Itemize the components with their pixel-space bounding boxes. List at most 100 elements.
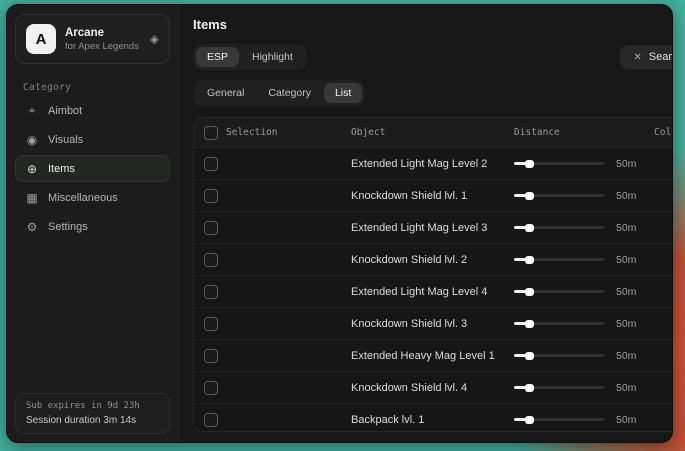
table-row: Backpack lvl. 1 50m xyxy=(194,404,673,432)
select-all-checkbox[interactable] xyxy=(204,126,218,140)
category-section-label: Category xyxy=(23,82,178,93)
search-button[interactable]: ✕ Search xyxy=(620,45,673,69)
main-panel: Items ESP Highlight ✕ Search General Cat… xyxy=(179,5,673,442)
sidebar-item-label: Settings xyxy=(48,221,88,233)
object-label: Knockdown Shield lvl. 3 xyxy=(351,318,467,330)
distance-slider[interactable] xyxy=(514,418,604,421)
distance-value: 50m xyxy=(616,382,636,394)
grid-icon: ▦ xyxy=(25,191,39,205)
distance-slider[interactable] xyxy=(514,354,604,357)
slider-thumb[interactable] xyxy=(525,416,534,424)
object-label: Knockdown Shield lvl. 2 xyxy=(351,254,467,266)
row-checkbox[interactable] xyxy=(204,317,218,331)
distance-value: 50m xyxy=(616,318,636,330)
distance-slider[interactable] xyxy=(514,226,604,229)
app-subtitle: for Apex Legends xyxy=(65,41,141,52)
row-checkbox[interactable] xyxy=(204,381,218,395)
row-checkbox[interactable] xyxy=(204,157,218,171)
distance-value: 50m xyxy=(616,158,636,170)
diamond-badge-icon[interactable]: ◈ xyxy=(150,32,159,46)
app-header-card: A Arcane for Apex Legends ◈ xyxy=(15,14,170,64)
object-label: Knockdown Shield lvl. 1 xyxy=(351,190,467,202)
slider-thumb[interactable] xyxy=(525,160,534,168)
app-name: Arcane xyxy=(65,27,141,39)
slider-thumb[interactable] xyxy=(525,320,534,328)
table-row: Knockdown Shield lvl. 4 50m xyxy=(194,372,673,404)
mode-tabs: ESP Highlight xyxy=(193,44,307,70)
distance-slider[interactable] xyxy=(514,386,604,389)
column-object: Object xyxy=(351,127,514,138)
distance-slider[interactable] xyxy=(514,322,604,325)
object-label: Extended Light Mag Level 4 xyxy=(351,286,487,298)
session-duration-text: Session duration 3m 14s xyxy=(26,415,159,426)
distance-slider[interactable] xyxy=(514,290,604,293)
slider-thumb[interactable] xyxy=(525,384,534,392)
table-row: Knockdown Shield lvl. 1 50m xyxy=(194,180,673,212)
view-tab[interactable]: General xyxy=(196,83,255,103)
clear-x-icon: ✕ xyxy=(633,52,641,63)
app-meta: Arcane for Apex Legends xyxy=(65,27,141,52)
sidebar-item-label: Aimbot xyxy=(48,105,82,117)
toolbar-row: ESP Highlight ✕ Search xyxy=(193,44,673,70)
row-checkbox[interactable] xyxy=(204,189,218,203)
object-label: Extended Light Mag Level 3 xyxy=(351,222,487,234)
app-window: A Arcane for Apex Legends ◈ Category ⌖ A… xyxy=(6,4,673,443)
table-row: Extended Heavy Mag Level 1 50m xyxy=(194,340,673,372)
slider-thumb[interactable] xyxy=(525,192,534,200)
table-row: Extended Light Mag Level 2 50m xyxy=(194,148,673,180)
slider-thumb[interactable] xyxy=(525,288,534,296)
sidebar-nav: ⌖ Aimbot ◉ Visuals ⊕ Items ▦ Miscellaneo… xyxy=(7,97,178,240)
search-button-label: Search xyxy=(649,51,673,63)
table-header: Selection Object Distance Color xyxy=(194,118,673,148)
mode-tab[interactable]: ESP xyxy=(196,47,239,67)
sidebar-item[interactable]: ⚙ Settings xyxy=(15,213,170,240)
column-color: Color xyxy=(654,127,673,138)
page-title: Items xyxy=(193,17,673,32)
gear-icon: ⚙ xyxy=(25,220,39,234)
table-row: Knockdown Shield lvl. 2 50m xyxy=(194,244,673,276)
table-row: Extended Light Mag Level 3 50m xyxy=(194,212,673,244)
distance-value: 50m xyxy=(616,222,636,234)
eye-icon: ◉ xyxy=(25,133,39,147)
row-checkbox[interactable] xyxy=(204,221,218,235)
distance-value: 50m xyxy=(616,286,636,298)
sidebar-item[interactable]: ⊕ Items xyxy=(15,155,170,182)
column-distance: Distance xyxy=(514,127,654,138)
distance-value: 50m xyxy=(616,254,636,266)
target-icon: ⊕ xyxy=(25,162,39,176)
table-row: Knockdown Shield lvl. 3 50m xyxy=(194,308,673,340)
view-tabs: General Category List xyxy=(193,80,365,106)
slider-thumb[interactable] xyxy=(525,352,534,360)
object-label: Extended Light Mag Level 2 xyxy=(351,158,487,170)
distance-slider[interactable] xyxy=(514,258,604,261)
distance-slider[interactable] xyxy=(514,194,604,197)
sidebar-item-label: Miscellaneous xyxy=(48,192,118,204)
table-row: Extended Light Mag Level 4 50m xyxy=(194,276,673,308)
view-tabs-row: General Category List xyxy=(193,80,673,106)
items-table: Selection Object Distance Color Extended… xyxy=(193,117,673,432)
slider-thumb[interactable] xyxy=(525,256,534,264)
row-checkbox[interactable] xyxy=(204,349,218,363)
view-tab[interactable]: Category xyxy=(257,83,322,103)
row-checkbox[interactable] xyxy=(204,413,218,427)
app-logo: A xyxy=(26,24,56,54)
sub-expiry-text: Sub expires in 9d 23h xyxy=(26,401,159,411)
mode-tab[interactable]: Highlight xyxy=(241,47,304,67)
sidebar-item[interactable]: ◉ Visuals xyxy=(15,126,170,153)
distance-value: 50m xyxy=(616,350,636,362)
slider-thumb[interactable] xyxy=(525,224,534,232)
sidebar-item-label: Items xyxy=(48,163,75,175)
sidebar-item[interactable]: ▦ Miscellaneous xyxy=(15,184,170,211)
distance-slider[interactable] xyxy=(514,162,604,165)
session-info-card: Sub expires in 9d 23h Session duration 3… xyxy=(15,393,170,434)
crosshair-icon: ⌖ xyxy=(25,103,39,118)
distance-value: 50m xyxy=(616,414,636,426)
row-checkbox[interactable] xyxy=(204,285,218,299)
row-checkbox[interactable] xyxy=(204,253,218,267)
sidebar: A Arcane for Apex Legends ◈ Category ⌖ A… xyxy=(7,5,179,442)
sidebar-item[interactable]: ⌖ Aimbot xyxy=(15,97,170,124)
view-tab[interactable]: List xyxy=(324,83,362,103)
sidebar-item-label: Visuals xyxy=(48,134,83,146)
object-label: Knockdown Shield lvl. 4 xyxy=(351,382,467,394)
column-selection: Selection xyxy=(226,127,277,138)
